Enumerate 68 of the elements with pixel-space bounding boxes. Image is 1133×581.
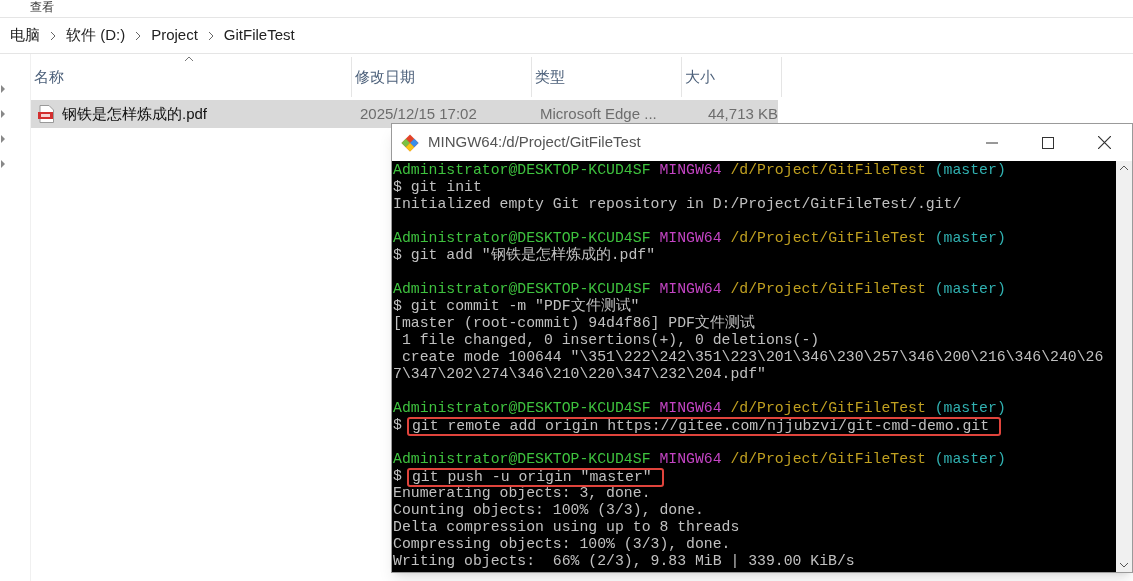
command-text: git remote add origin https://gitee.com/njjubzvi/git-cmd-demo.git <box>406 417 1002 436</box>
chevron-icon <box>50 30 56 41</box>
command-text: git commit -m "PDF文件测试" <box>410 298 640 315</box>
prompt-symbol: $ <box>393 417 402 434</box>
command-text: git add "钢铁是怎样炼成的.pdf" <box>410 247 656 264</box>
chevron-icon <box>207 30 214 41</box>
prompt-symbol: $ <box>393 298 402 315</box>
file-size: 44,713 KB <box>706 103 778 124</box>
output-line: Enumerating objects: 3, done. <box>393 485 651 502</box>
command-text: git push -u origin "master" <box>406 468 664 487</box>
prompt-system: MINGW64 <box>659 400 722 417</box>
prompt-symbol: $ <box>393 468 402 485</box>
prompt-branch: (master) <box>934 400 1006 417</box>
output-line: Initialized empty Git repository in D:/Project/GitFileTest/.git/ <box>393 196 962 213</box>
prompt-path: /d/Project/GitFileTest <box>730 162 926 179</box>
prompt-user: Administrator@DESKTOP-KCUD4SF <box>393 281 651 297</box>
prompt-system: MINGW64 <box>659 451 722 468</box>
output-line: Counting objects: 100% (3/3), done. <box>393 502 704 519</box>
scroll-up-icon[interactable] <box>1119 165 1129 171</box>
output-line: 1 file changed, 0 insertions(+), 0 deletions(-) <box>400 332 820 349</box>
chevron-icon <box>135 30 142 41</box>
column-header[interactable]: 名称 <box>31 57 352 97</box>
maximize-icon <box>1042 136 1054 149</box>
prompt-path: /d/Project/GitFileTest <box>730 400 926 417</box>
breadcrumb[interactable]: 软件 (D:) <box>66 24 126 47</box>
prompt-path: /d/Project/GitFileTest <box>730 451 926 468</box>
prompt-user: Administrator@DESKTOP-KCUD4SF <box>393 230 651 246</box>
scrollbar[interactable] <box>1116 161 1132 572</box>
file-row[interactable]: 钢铁是怎样炼成的.pdf 2025/12/15 17:02 Microsoft Edge ... 44,713 KB <box>31 100 778 128</box>
prompt-symbol: $ <box>393 247 402 264</box>
prompt-system: MINGW64 <box>659 162 722 179</box>
prompt-symbol: $ <box>393 179 402 196</box>
expand-arrow-icon[interactable] <box>0 84 6 94</box>
output-line: Delta compression using up to 8 threads <box>393 519 740 536</box>
file-type: Microsoft Edge ... <box>539 103 658 124</box>
output-line: create mode 100644 "\351\222\242\351\223\201\346\230\257\346\200\216\346\240\26 <box>400 349 1104 366</box>
output-line: 7\347\202\274\346\210\220\347\232\204.pdf" <box>393 366 766 383</box>
breadcrumb[interactable]: 电脑 <box>10 24 40 47</box>
prompt-branch: (master) <box>934 281 1006 298</box>
prompt-user: Administrator@DESKTOP-KCUD4SF <box>393 451 651 468</box>
expand-arrow-icon[interactable] <box>0 109 6 119</box>
output-line: [master (root-commit) 94d4f86] PDF文件测试 <box>393 315 755 332</box>
prompt-path: /d/Project/GitFileTest <box>730 230 926 247</box>
column-header[interactable]: 大小 <box>682 57 782 97</box>
prompt-system: MINGW64 <box>659 281 722 298</box>
column-header[interactable]: 类型 <box>532 57 682 97</box>
prompt-branch: (master) <box>934 451 1006 468</box>
prompt-user: Administrator@DESKTOP-KCUD4SF <box>393 162 651 179</box>
prompt-branch: (master) <box>934 162 1006 179</box>
output-line: Writing objects: 66% (2/3), 9.83 MiB | 339.00 KiB/s <box>393 553 855 570</box>
prompt-system: MINGW64 <box>659 230 722 247</box>
modified-date: 2025/12/15 17:02 <box>359 103 478 124</box>
command-text: git init <box>410 179 482 196</box>
prompt-user: Administrator@DESKTOP-KCUD4SF <box>393 400 651 417</box>
output-line: Compressing objects: 100% (3/3), done. <box>393 536 731 553</box>
scroll-down-icon[interactable] <box>1119 562 1129 568</box>
breadcrumb[interactable]: GitFileTest <box>223 24 295 47</box>
file-name: 钢铁是怎样炼成的.pdf <box>62 103 208 124</box>
close-icon <box>1097 136 1111 149</box>
menu-label[interactable]: 查看 <box>30 0 54 14</box>
breadcrumb[interactable]: Project <box>151 24 198 47</box>
pdf-file-icon <box>38 105 54 123</box>
prompt-path: /d/Project/GitFileTest <box>730 281 926 298</box>
prompt-branch: (master) <box>934 230 1006 247</box>
expand-arrow-icon[interactable] <box>0 159 6 169</box>
column-header[interactable]: 修改日期 <box>352 57 532 97</box>
window-title: MINGW64:/d/Project/GitFileTest <box>428 132 641 153</box>
expand-arrow-icon[interactable] <box>0 134 6 144</box>
